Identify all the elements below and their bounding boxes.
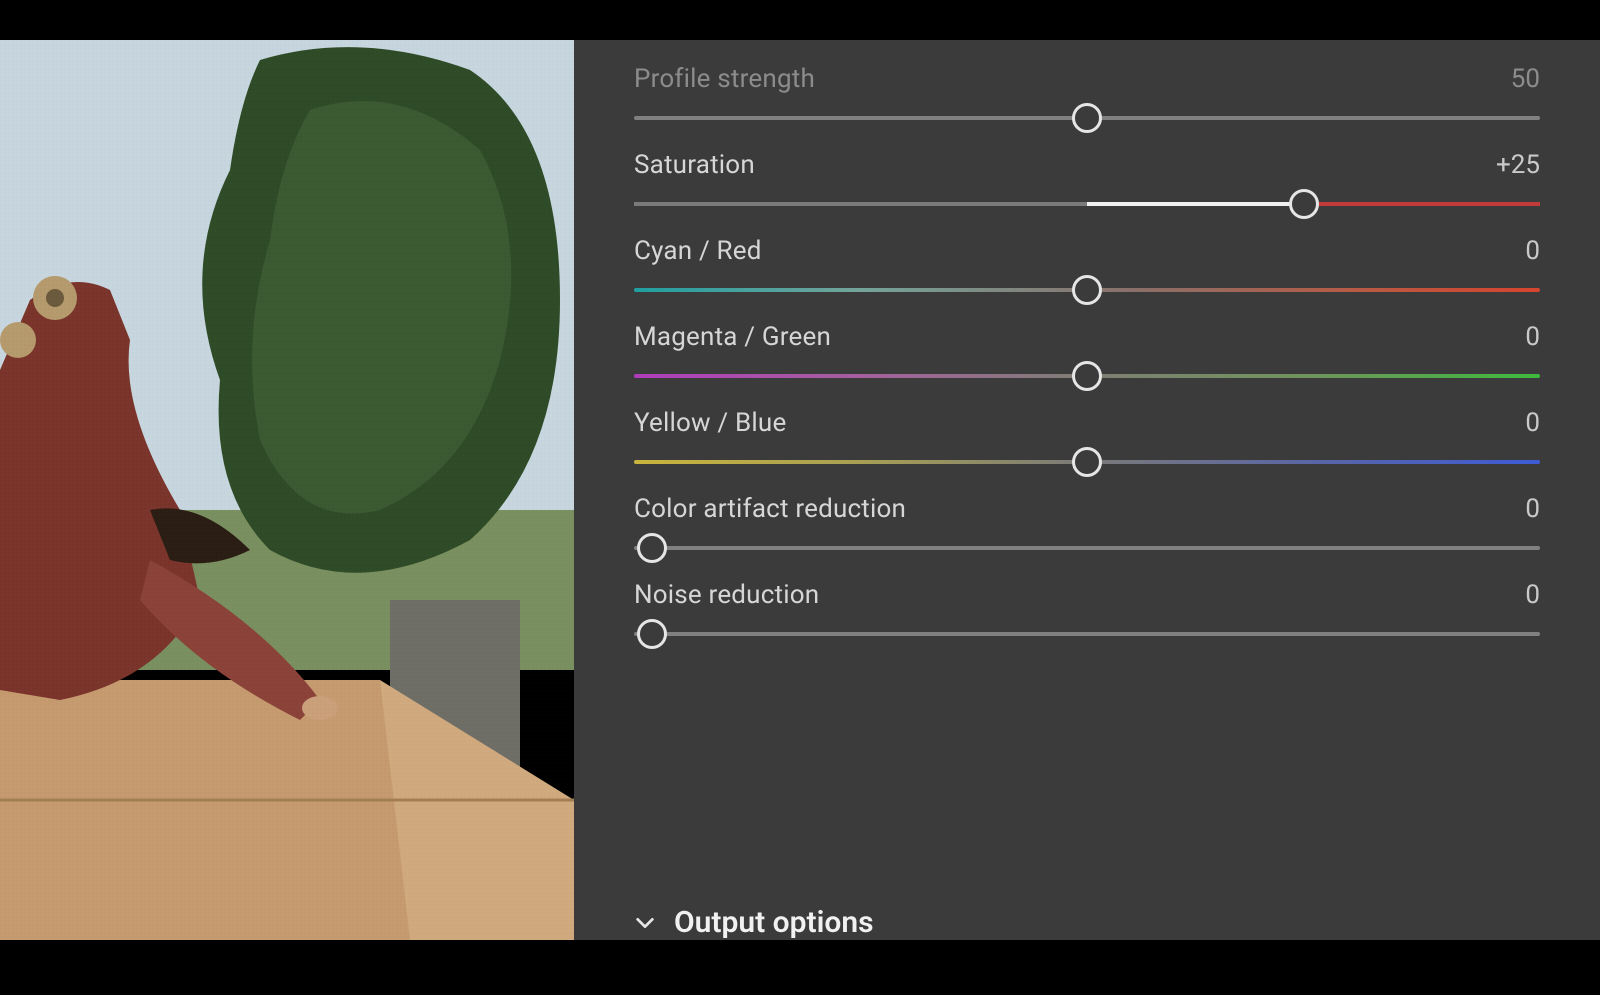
slider-cyan-red[interactable]: Cyan / Red 0	[634, 236, 1540, 292]
slider-track[interactable]	[634, 632, 1540, 636]
slider-track[interactable]	[634, 374, 1540, 378]
slider-saturation[interactable]: Saturation +25	[634, 150, 1540, 206]
slider-value: 0	[1525, 494, 1540, 524]
slider-label: Cyan / Red	[634, 236, 762, 266]
adjustments-panel: Profile strength 50 Saturation +25 Cyan …	[574, 40, 1600, 940]
slider-value: 0	[1525, 322, 1540, 352]
slider-value: 0	[1525, 236, 1540, 266]
slider-magenta-green[interactable]: Magenta / Green 0	[634, 322, 1540, 378]
slider-handle[interactable]	[1072, 103, 1102, 133]
slider-label: Magenta / Green	[634, 322, 831, 352]
app-root: Profile strength 50 Saturation +25 Cyan …	[0, 40, 1600, 940]
slider-handle[interactable]	[1072, 361, 1102, 391]
slider-color-artifact-reduction[interactable]: Color artifact reduction 0	[634, 494, 1540, 550]
slider-noise-reduction[interactable]: Noise reduction 0	[634, 580, 1540, 636]
slider-handle[interactable]	[1289, 189, 1319, 219]
preview-illustration	[0, 40, 574, 940]
slider-track[interactable]	[634, 460, 1540, 464]
section-title: Output options	[674, 905, 874, 940]
section-output-options[interactable]: Output options	[634, 905, 874, 940]
slider-yellow-blue[interactable]: Yellow / Blue 0	[634, 408, 1540, 464]
slider-label: Yellow / Blue	[634, 408, 786, 438]
slider-label: Profile strength	[634, 64, 815, 94]
slider-handle[interactable]	[1072, 275, 1102, 305]
chevron-down-icon	[634, 912, 656, 934]
slider-track[interactable]	[634, 116, 1540, 120]
image-preview[interactable]	[0, 40, 574, 940]
slider-handle[interactable]	[1072, 447, 1102, 477]
slider-value: 0	[1525, 580, 1540, 610]
slider-handle[interactable]	[637, 619, 667, 649]
slider-value: 0	[1525, 408, 1540, 438]
slider-handle[interactable]	[637, 533, 667, 563]
slider-label: Noise reduction	[634, 580, 819, 610]
slider-value: +25	[1496, 150, 1540, 180]
slider-track[interactable]	[634, 546, 1540, 550]
slider-label: Saturation	[634, 150, 755, 180]
slider-label: Color artifact reduction	[634, 494, 906, 524]
slider-value: 50	[1511, 64, 1540, 94]
slider-track[interactable]	[634, 202, 1540, 206]
slider-track[interactable]	[634, 288, 1540, 292]
slider-profile-strength[interactable]: Profile strength 50	[634, 64, 1540, 120]
